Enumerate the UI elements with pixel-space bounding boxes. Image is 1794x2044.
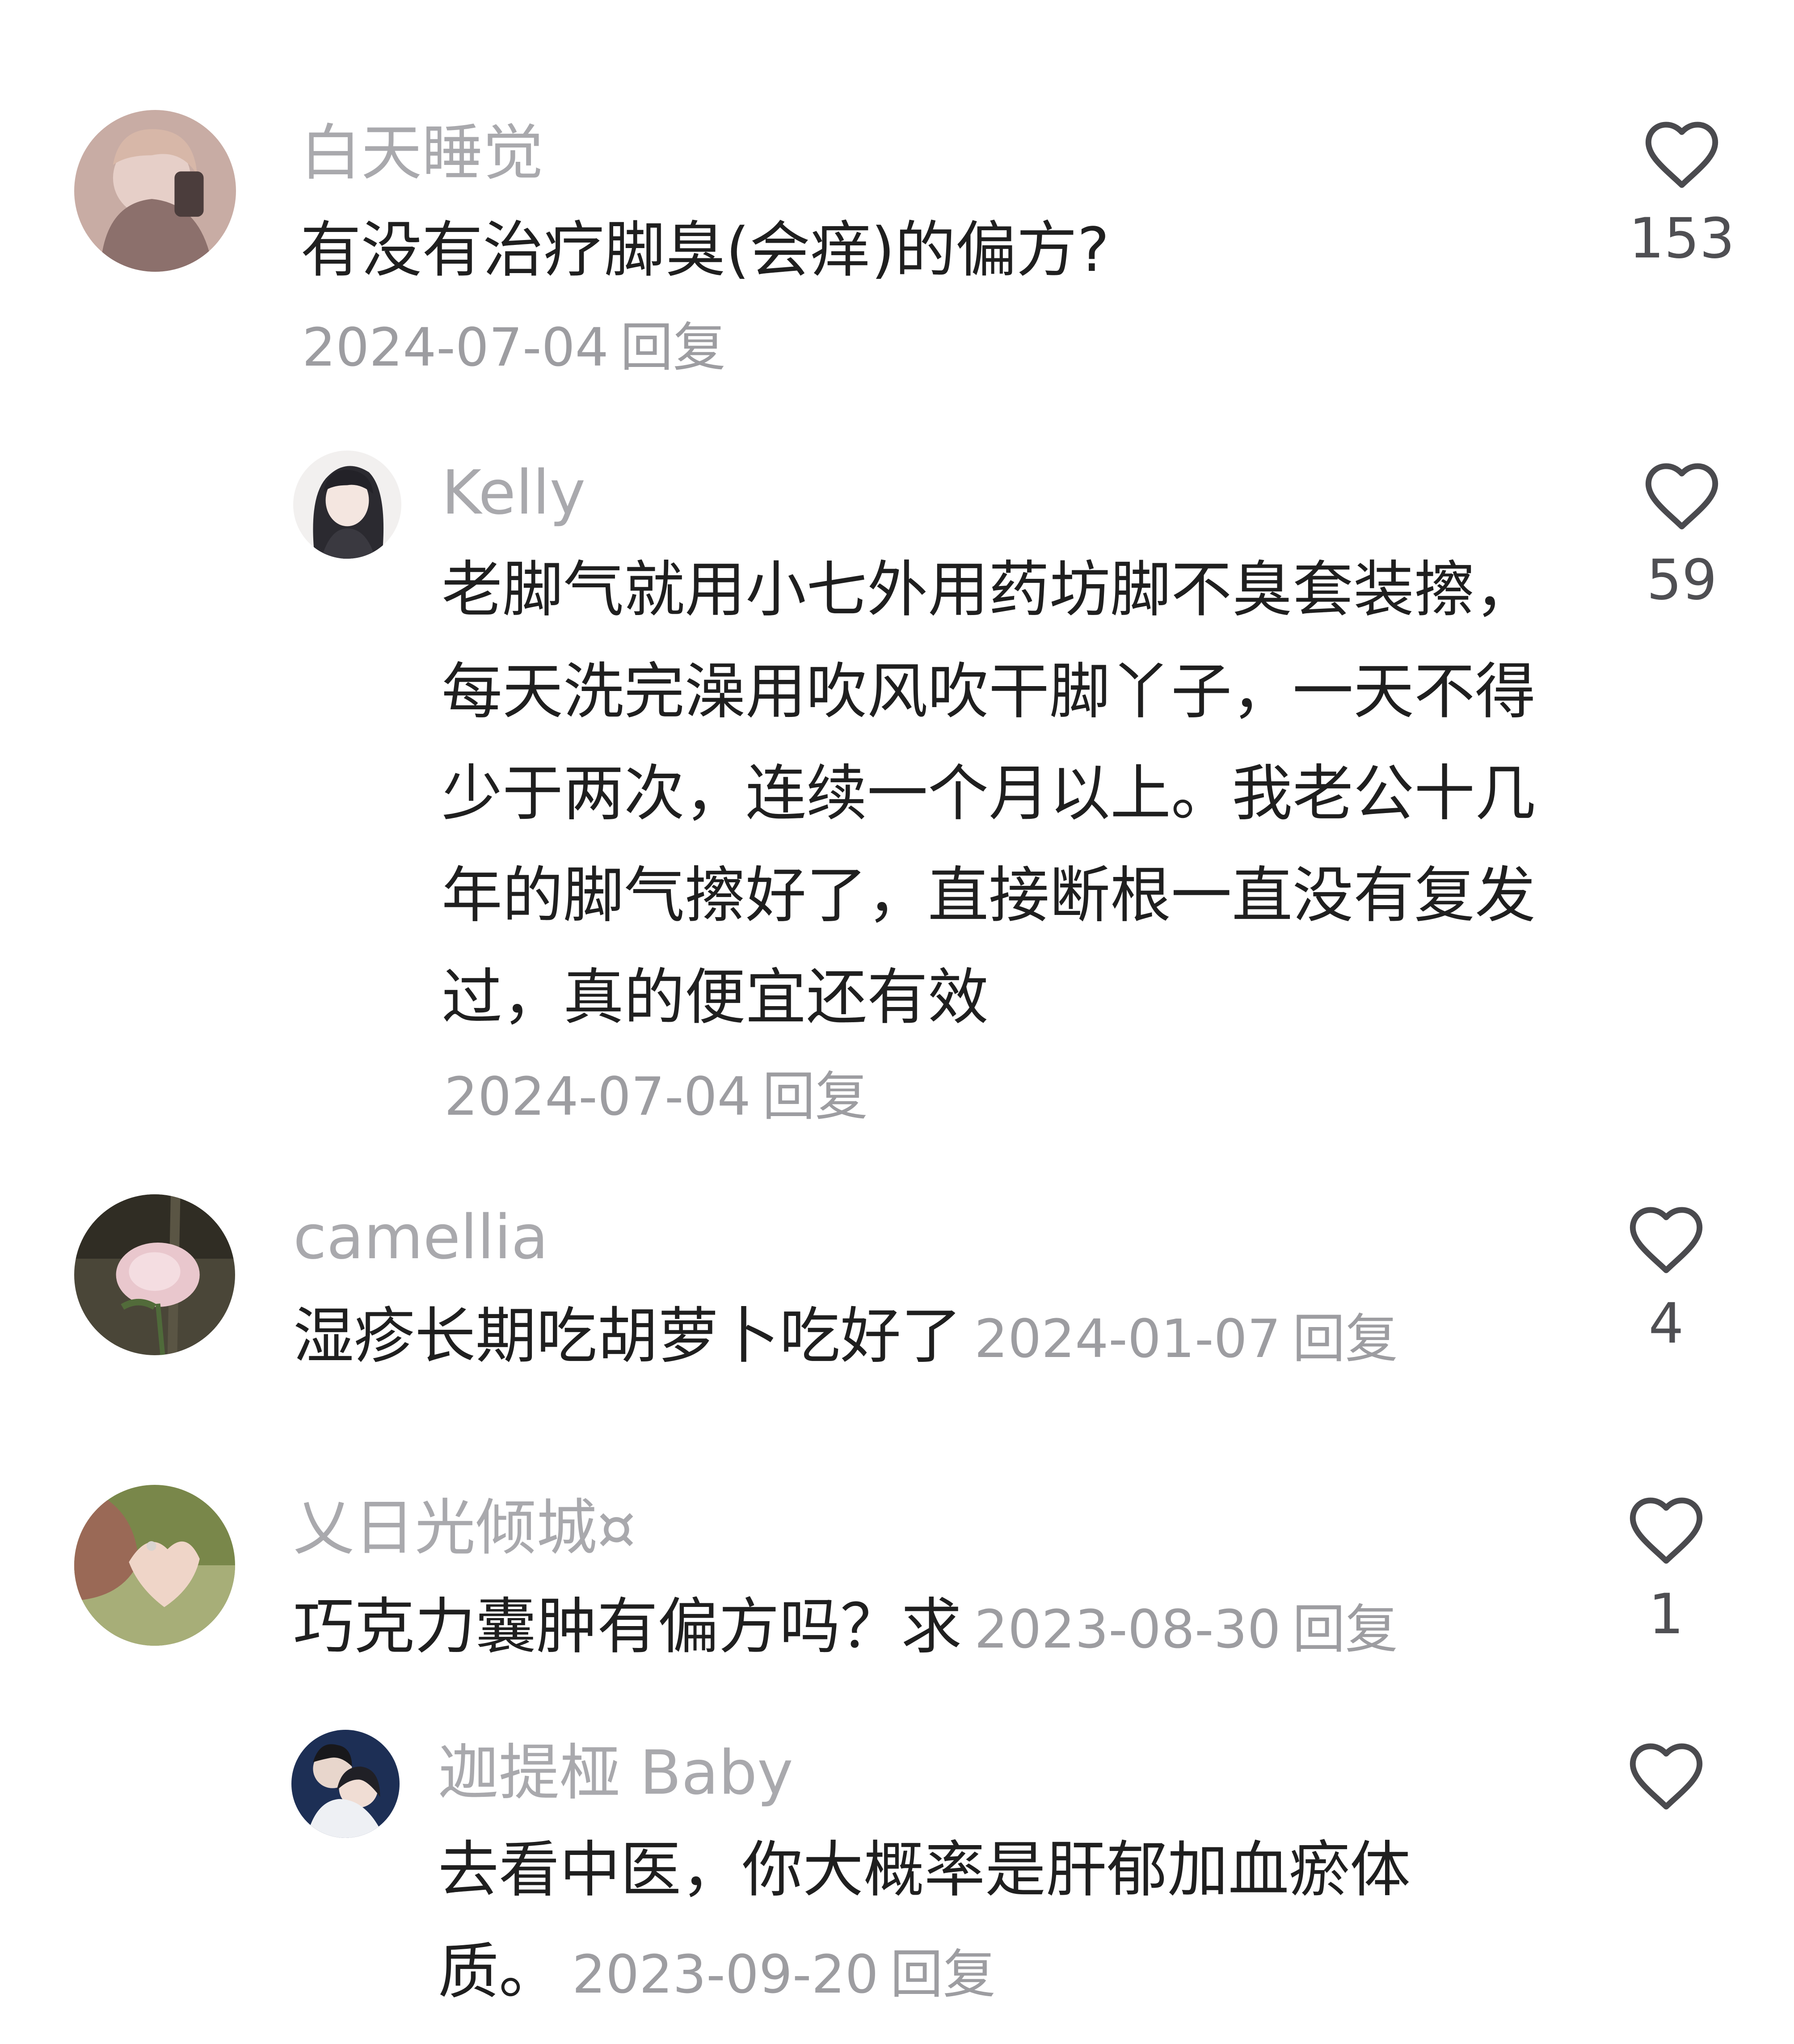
- comment-username[interactable]: camellia: [293, 1200, 548, 1276]
- reply-button[interactable]: 回复: [890, 1943, 996, 2005]
- comment-date: 2024-07-04: [444, 1066, 751, 1127]
- comment-date: 2024-01-07: [974, 1308, 1281, 1370]
- comment-text: 巧克力囊肿有偏方吗？求 2023-08-30 回复: [293, 1576, 1589, 1680]
- comment-meta: 2024-07-04 回复: [444, 1058, 868, 1134]
- like-button[interactable]: 4: [1613, 1204, 1720, 1355]
- comment-date: 2024-07-04: [302, 316, 609, 378]
- comment-text: 有没有治疗脚臭(会痒)的偏方?: [300, 215, 1110, 286]
- avatar[interactable]: [74, 1485, 235, 1646]
- comment-meta: 2024-07-04 回复: [302, 309, 726, 385]
- comment-meta: 2024-01-07 回复: [974, 1308, 1398, 1370]
- comment-username[interactable]: 乂日光倾城¤: [293, 1490, 636, 1566]
- avatar[interactable]: [74, 110, 236, 272]
- comment-meta: 2023-08-30 回复: [974, 1598, 1398, 1660]
- reply-button[interactable]: 回复: [1293, 1308, 1398, 1370]
- heart-outline-icon: [1645, 463, 1718, 530]
- comment-date: 2023-08-30: [974, 1598, 1281, 1660]
- comment-text: 去看中医，你大概率是肝郁加血瘀体质。 2023-09-20 回复: [438, 1819, 1461, 2025]
- like-count: 59: [1647, 548, 1717, 612]
- like-button[interactable]: 153: [1628, 119, 1735, 270]
- like-button[interactable]: [1613, 1741, 1720, 1811]
- comment-text: 老脚气就用小七外用药坊脚不臭套装擦，每天洗完澡用吹风吹干脚丫子，一天不得少于两次…: [442, 555, 1536, 1033]
- comment-date: 2023-09-20: [572, 1943, 879, 2005]
- like-count: 153: [1629, 207, 1735, 271]
- like-button[interactable]: 59: [1628, 460, 1735, 611]
- reply-button[interactable]: 回复: [762, 1066, 868, 1127]
- like-count: 4: [1648, 1292, 1684, 1356]
- avatar[interactable]: [74, 1194, 235, 1355]
- comment-meta: 2023-09-20 回复: [572, 1943, 996, 2005]
- heart-outline-icon: [1630, 1207, 1703, 1273]
- comment-username[interactable]: 白天睡觉: [300, 115, 543, 191]
- heart-outline-icon: [1630, 1497, 1703, 1564]
- comment-body: 巧克力囊肿有偏方吗？求: [293, 1592, 962, 1662]
- heart-outline-icon: [1630, 1743, 1703, 1810]
- comment-body: 湿疹长期吃胡萝卜吃好了: [293, 1301, 962, 1372]
- heart-outline-icon: [1645, 122, 1718, 188]
- like-count: 1: [1648, 1582, 1684, 1647]
- like-button[interactable]: 1: [1613, 1495, 1720, 1646]
- reply-button[interactable]: 回复: [620, 316, 726, 378]
- avatar[interactable]: [293, 451, 401, 559]
- avatar[interactable]: [291, 1730, 400, 1838]
- reply-button[interactable]: 回复: [1293, 1598, 1398, 1660]
- comment-username[interactable]: 迦提桠 Baby: [438, 1735, 793, 1811]
- comment-username[interactable]: Kelly: [442, 455, 585, 531]
- comment-text: 湿疹长期吃胡萝卜吃好了 2024-01-07 回复: [293, 1285, 1589, 1390]
